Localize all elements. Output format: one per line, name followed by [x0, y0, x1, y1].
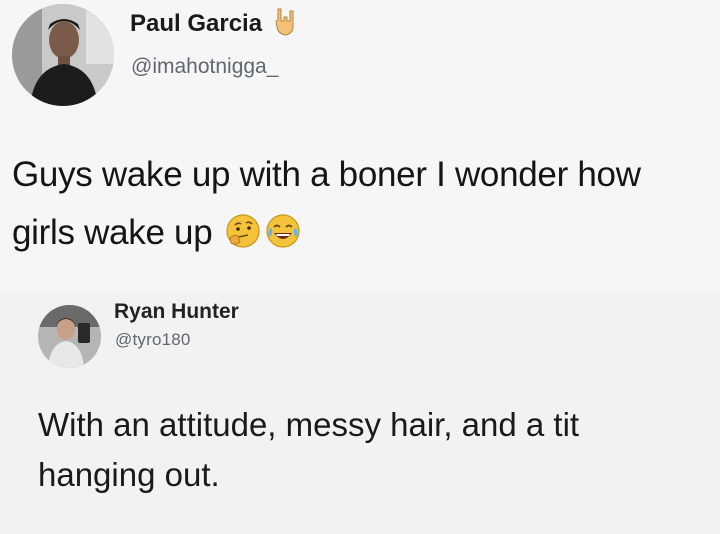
avatar-photo: [38, 305, 101, 368]
author-handle[interactable]: @imahotnigga_: [131, 55, 278, 79]
author-row: Ryan Hunter: [114, 300, 239, 324]
author-name[interactable]: Paul Garcia: [130, 10, 262, 38]
avatar[interactable]: [38, 305, 101, 368]
tweet-ryan-hunter: Ryan Hunter @tyro180 With an attitude, m…: [0, 292, 720, 534]
avatar[interactable]: [12, 4, 114, 106]
tweet-text: Guys wake up with a boner I wonder how g…: [12, 146, 712, 262]
tweet-text: With an attitude, messy hair, and a tit …: [38, 406, 580, 493]
author-row: Paul Garcia: [130, 7, 300, 38]
avatar-photo: [12, 4, 114, 106]
rock-on-hand-icon: [272, 7, 300, 37]
thinking-face-icon: [224, 212, 262, 250]
tweet-text-content: Guys wake up with a boner I wonder how g…: [12, 155, 641, 252]
tweet-paul-garcia: Paul Garcia @imahotnigga_ Guys wake up w…: [0, 0, 720, 292]
author-handle[interactable]: @tyro180: [115, 330, 191, 350]
tears-of-joy-face-icon: [264, 212, 302, 250]
author-name[interactable]: Ryan Hunter: [114, 300, 239, 324]
